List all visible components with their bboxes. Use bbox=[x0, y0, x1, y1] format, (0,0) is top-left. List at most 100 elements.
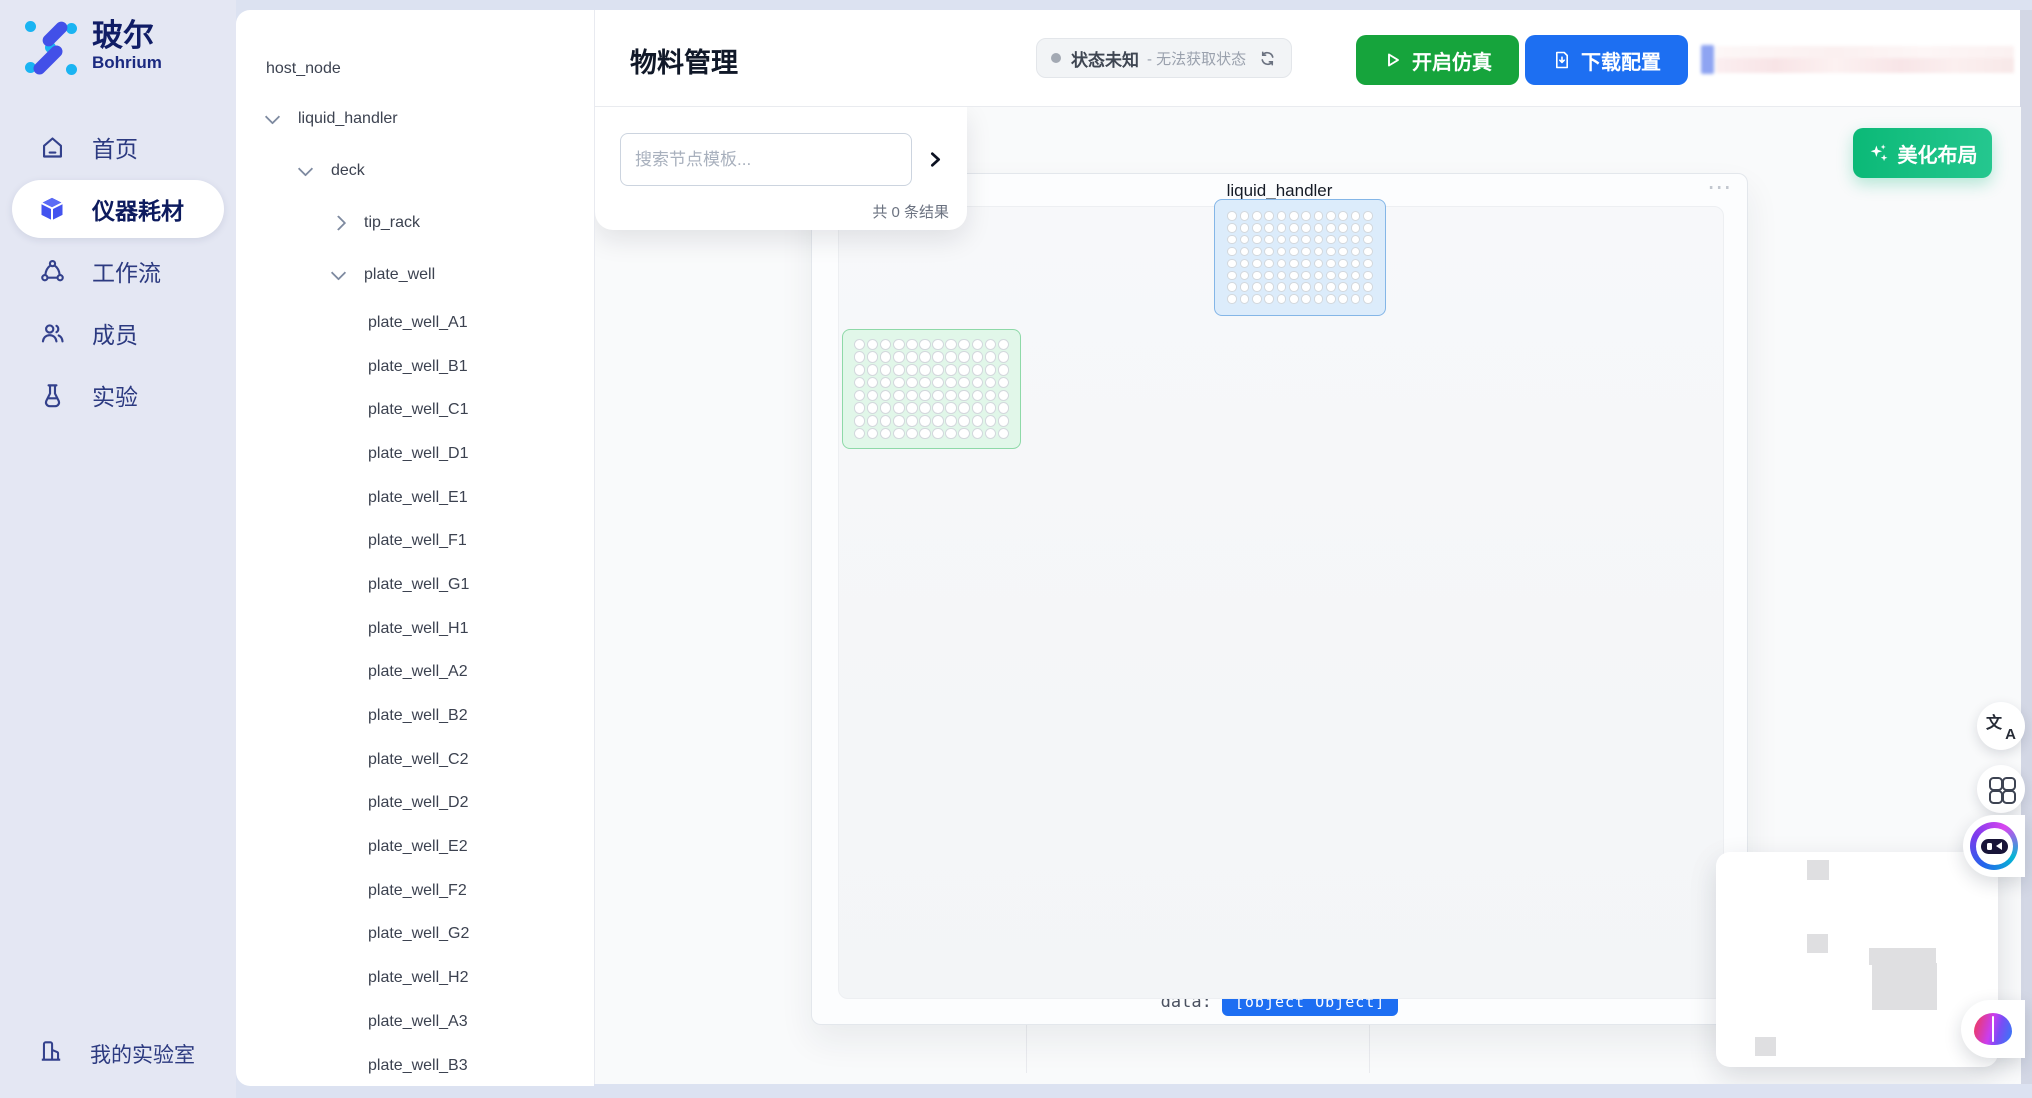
well bbox=[1227, 282, 1237, 292]
brain-icon bbox=[1974, 1013, 2012, 1045]
well bbox=[893, 390, 905, 402]
deck-area[interactable] bbox=[838, 206, 1724, 999]
tree-item-plate_well_H1[interactable]: plate_well_H1 bbox=[236, 607, 594, 651]
tree-item-tip_rack[interactable]: tip_rack bbox=[236, 197, 594, 249]
tree-item-plate_well_D2[interactable]: plate_well_D2 bbox=[236, 782, 594, 826]
bohrium-logo: 玻尔 Bohrium bbox=[22, 18, 162, 74]
sidebar-item-my-lab[interactable]: 我的实验室 bbox=[0, 1026, 274, 1082]
well bbox=[1363, 259, 1373, 269]
play-icon bbox=[1383, 50, 1403, 70]
tree-item-plate_well_D1[interactable]: plate_well_D1 bbox=[236, 432, 594, 476]
sidebar-item-workflow[interactable]: 工作流 bbox=[0, 240, 236, 302]
tree-item-plate_well_H2[interactable]: plate_well_H2 bbox=[236, 956, 594, 1000]
well bbox=[1301, 235, 1311, 245]
well bbox=[1314, 271, 1324, 281]
well bbox=[1264, 223, 1274, 233]
well bbox=[998, 415, 1010, 427]
well bbox=[1264, 271, 1274, 281]
well-plate[interactable] bbox=[842, 329, 1021, 449]
well bbox=[1252, 247, 1262, 257]
status-dot-icon bbox=[1051, 53, 1061, 63]
well bbox=[1252, 259, 1262, 269]
well bbox=[1314, 259, 1324, 269]
well bbox=[1252, 271, 1262, 281]
tree-item-plate_well_G2[interactable]: plate_well_G2 bbox=[236, 913, 594, 957]
tree-item-plate_well_G1[interactable]: plate_well_G1 bbox=[236, 563, 594, 607]
sidebar-item-experiments[interactable]: 实验 bbox=[0, 364, 236, 426]
assistant-robot-button[interactable] bbox=[1963, 815, 2025, 877]
tree-item-plate_well[interactable]: plate_well bbox=[236, 249, 594, 301]
translate-button[interactable]: 文A bbox=[1977, 702, 2025, 750]
well bbox=[1277, 282, 1287, 292]
well bbox=[1240, 211, 1250, 221]
tree-item-plate_well_C1[interactable]: plate_well_C1 bbox=[236, 388, 594, 432]
beautify-layout-button[interactable]: 美化布局 bbox=[1853, 128, 1992, 178]
chevron-right-icon[interactable] bbox=[925, 149, 946, 170]
tree-item-plate_well_A1[interactable]: plate_well_A1 bbox=[236, 301, 594, 345]
sidebar-item-label: 实验 bbox=[92, 378, 138, 412]
scrollbar[interactable] bbox=[2021, 107, 2032, 1084]
tree-item-plate_well_B3[interactable]: plate_well_B3 bbox=[236, 1044, 594, 1086]
apps-grid-button[interactable] bbox=[1977, 765, 2025, 813]
well bbox=[1326, 259, 1336, 269]
well bbox=[945, 377, 957, 389]
ai-brain-button[interactable] bbox=[1961, 1000, 2025, 1058]
tree-item-liquid_handler[interactable]: liquid_handler bbox=[236, 93, 594, 145]
well bbox=[880, 390, 892, 402]
search-input[interactable] bbox=[620, 133, 912, 186]
start-simulation-button[interactable]: 开启仿真 bbox=[1356, 35, 1519, 85]
node-liquid-handler[interactable]: liquid_handler ⋯ data: [object Object] bbox=[811, 173, 1748, 1025]
well bbox=[958, 415, 970, 427]
node-menu-dots-icon[interactable]: ⋯ bbox=[1707, 176, 1733, 200]
well bbox=[1301, 211, 1311, 221]
minimap-node-rect bbox=[1755, 1037, 1776, 1056]
well bbox=[867, 415, 879, 427]
tree-item-label: plate_well_D2 bbox=[236, 794, 469, 812]
tree-item-plate_well_F2[interactable]: plate_well_F2 bbox=[236, 869, 594, 913]
minimap[interactable] bbox=[1716, 852, 1998, 1067]
tip-rack-plate[interactable] bbox=[1214, 199, 1386, 316]
sidebar-item-instruments[interactable]: 仪器耗材 bbox=[12, 180, 224, 238]
tree-item-label: plate_well_B1 bbox=[236, 358, 468, 376]
well bbox=[1264, 294, 1274, 304]
download-config-button[interactable]: 下载配置 bbox=[1525, 35, 1688, 85]
well bbox=[854, 351, 866, 363]
well bbox=[1227, 235, 1237, 245]
tree-item-plate_well_B1[interactable]: plate_well_B1 bbox=[236, 345, 594, 389]
well bbox=[906, 364, 918, 376]
well bbox=[1326, 211, 1336, 221]
tree-item-plate_well_A2[interactable]: plate_well_A2 bbox=[236, 651, 594, 695]
well bbox=[867, 339, 879, 351]
scrollbar-top[interactable] bbox=[2020, 10, 2032, 107]
well bbox=[945, 351, 957, 363]
tree-item-plate_well_E1[interactable]: plate_well_E1 bbox=[236, 476, 594, 520]
flow-canvas[interactable]: liquid_handler ⋯ data: [object Object] 共… bbox=[595, 107, 2032, 1084]
well bbox=[1363, 282, 1373, 292]
tree-item-plate_well_C2[interactable]: plate_well_C2 bbox=[236, 738, 594, 782]
well bbox=[1326, 223, 1336, 233]
tree-item-plate_well_B2[interactable]: plate_well_B2 bbox=[236, 694, 594, 738]
refresh-icon[interactable] bbox=[1258, 49, 1277, 68]
well bbox=[1338, 235, 1348, 245]
tree-list: host_nodeliquid_handlerdecktip_rackplate… bbox=[236, 10, 594, 1086]
sidebar-item-home[interactable]: 首页 bbox=[0, 116, 236, 178]
well bbox=[1227, 247, 1237, 257]
tree-item-plate_well_E2[interactable]: plate_well_E2 bbox=[236, 825, 594, 869]
well bbox=[1264, 247, 1274, 257]
tree-item-deck[interactable]: deck bbox=[236, 145, 594, 197]
tree-item-label: plate_well_H1 bbox=[236, 620, 469, 638]
well bbox=[972, 351, 984, 363]
tree-item-host_node[interactable]: host_node bbox=[236, 45, 594, 93]
well bbox=[880, 377, 892, 389]
well bbox=[985, 390, 997, 402]
well bbox=[985, 402, 997, 414]
tree-item-plate_well_A3[interactable]: plate_well_A3 bbox=[236, 1000, 594, 1044]
tree-item-label: plate_well_E2 bbox=[236, 838, 468, 856]
well bbox=[1363, 271, 1373, 281]
main-panel: 物料管理 状态未知 - 无法获取状态 开启仿真 下载配置 bbox=[594, 10, 2032, 1084]
sidebar-item-members[interactable]: 成员 bbox=[0, 302, 236, 364]
well bbox=[919, 415, 931, 427]
well bbox=[880, 351, 892, 363]
well bbox=[867, 390, 879, 402]
tree-item-plate_well_F1[interactable]: plate_well_F1 bbox=[236, 519, 594, 563]
